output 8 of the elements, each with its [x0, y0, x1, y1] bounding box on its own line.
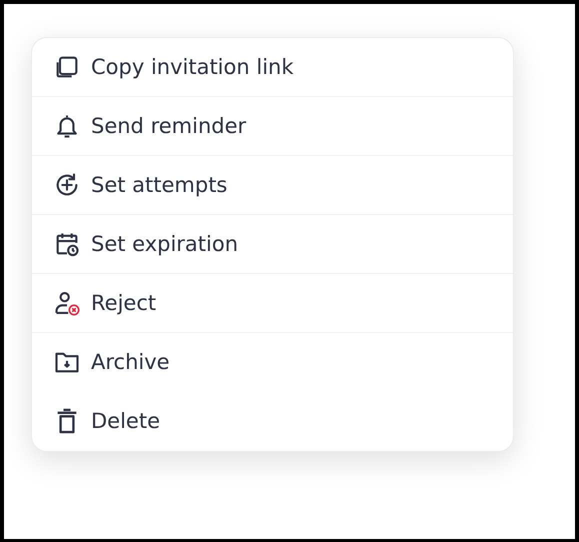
menu-item[interactable]: Archive	[32, 333, 513, 392]
menu-item[interactable]: Set expiration	[32, 215, 513, 274]
menu-item[interactable]: Copy invitation link	[32, 38, 513, 97]
menu-item[interactable]: Set attempts	[32, 156, 513, 215]
menu-item[interactable]: Reject	[32, 274, 513, 333]
menu-item[interactable]: Delete	[32, 392, 513, 451]
menu-item[interactable]: Send reminder	[32, 97, 513, 156]
user-reject-icon	[53, 289, 81, 317]
